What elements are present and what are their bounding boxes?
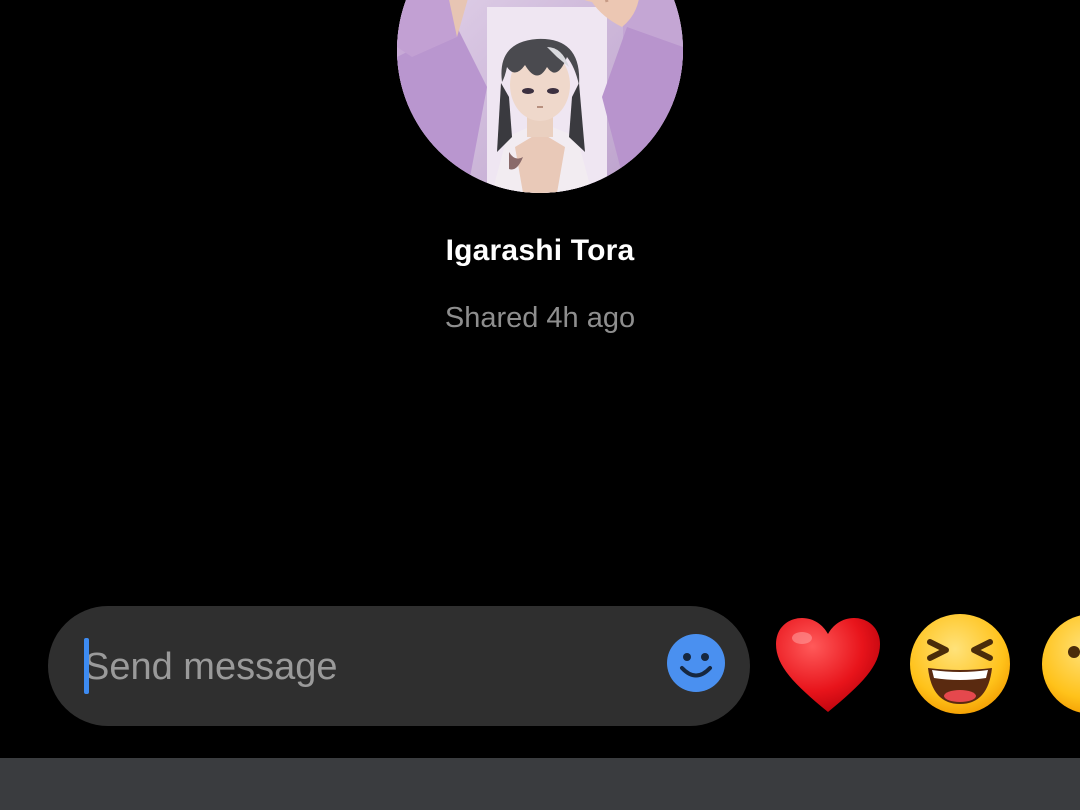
story-reply-screen: Igarashi Tora Shared 4h ago — [0, 0, 1080, 758]
laughing-emoji-icon — [910, 614, 1010, 714]
reaction-surprised-button[interactable] — [1040, 612, 1080, 716]
system-navigation-bar — [0, 758, 1080, 810]
smiley-icon — [667, 634, 725, 692]
send-message-input[interactable] — [84, 636, 644, 698]
sender-name[interactable]: Igarashi Tora — [0, 234, 1080, 268]
reaction-laughing-button[interactable] — [908, 612, 1012, 716]
surprised-emoji-icon — [1042, 615, 1080, 713]
sender-avatar[interactable] — [397, 0, 683, 193]
reaction-heart-button[interactable] — [774, 614, 882, 718]
avatar-illustration — [397, 0, 683, 193]
shared-time: Shared 4h ago — [444, 302, 636, 334]
emoji-picker-button[interactable] — [666, 633, 726, 693]
heart-emoji-icon — [776, 618, 880, 712]
text-cursor — [84, 638, 89, 694]
